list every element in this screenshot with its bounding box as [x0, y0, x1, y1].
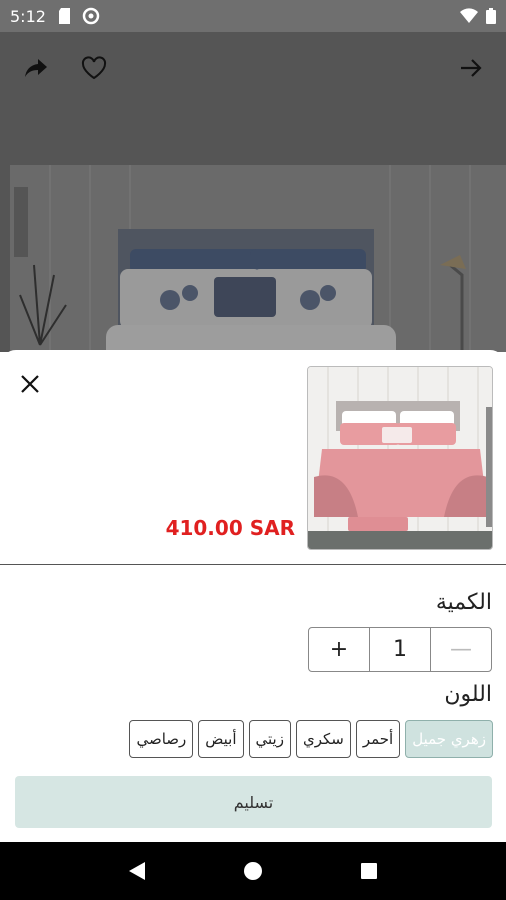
system-nav-bar — [0, 842, 506, 900]
home-icon[interactable] — [242, 860, 264, 882]
color-option-pink[interactable]: زهري جميل — [405, 720, 493, 758]
product-detail-background — [0, 32, 506, 352]
variant-bottom-sheet: 410.00 SAR الكمية + 1 — اللون رصاصي أبيض… — [0, 350, 506, 842]
color-label: اللون — [444, 682, 492, 707]
increment-button[interactable]: + — [309, 628, 369, 671]
sd-card-icon — [58, 8, 70, 24]
decrement-button[interactable]: — — [430, 628, 491, 671]
color-option-red[interactable]: أحمر — [355, 720, 401, 758]
data-saver-icon — [82, 7, 100, 25]
color-option-olive[interactable]: زيتي — [248, 720, 291, 758]
divider — [0, 564, 506, 565]
quantity-stepper: + 1 — — [308, 627, 492, 672]
product-hero-image — [10, 165, 506, 352]
status-bar: 5:12 — [0, 0, 506, 32]
wifi-icon — [460, 8, 478, 23]
back-icon[interactable] — [127, 860, 147, 882]
quantity-value: 1 — [369, 628, 430, 671]
close-icon[interactable] — [16, 370, 44, 398]
color-option-sugar[interactable]: سكري — [295, 720, 351, 758]
heart-outline-icon[interactable] — [78, 52, 110, 84]
status-time: 5:12 — [10, 6, 46, 26]
product-price: 410.00 SAR — [165, 516, 295, 540]
top-action-bar — [0, 32, 506, 102]
color-options: رصاصي أبيض زيتي سكري أحمر زهري جميل — [80, 720, 493, 758]
arrow-forward-icon[interactable] — [455, 52, 487, 84]
product-thumbnail — [307, 366, 493, 550]
color-option-gray[interactable]: رصاصي — [129, 720, 194, 758]
submit-button[interactable]: تسليم — [15, 776, 492, 828]
share-icon[interactable] — [20, 52, 52, 84]
battery-icon — [486, 8, 496, 24]
quantity-label: الكمية — [435, 590, 492, 615]
recents-icon[interactable] — [359, 861, 379, 881]
color-option-white[interactable]: أبيض — [198, 720, 244, 758]
